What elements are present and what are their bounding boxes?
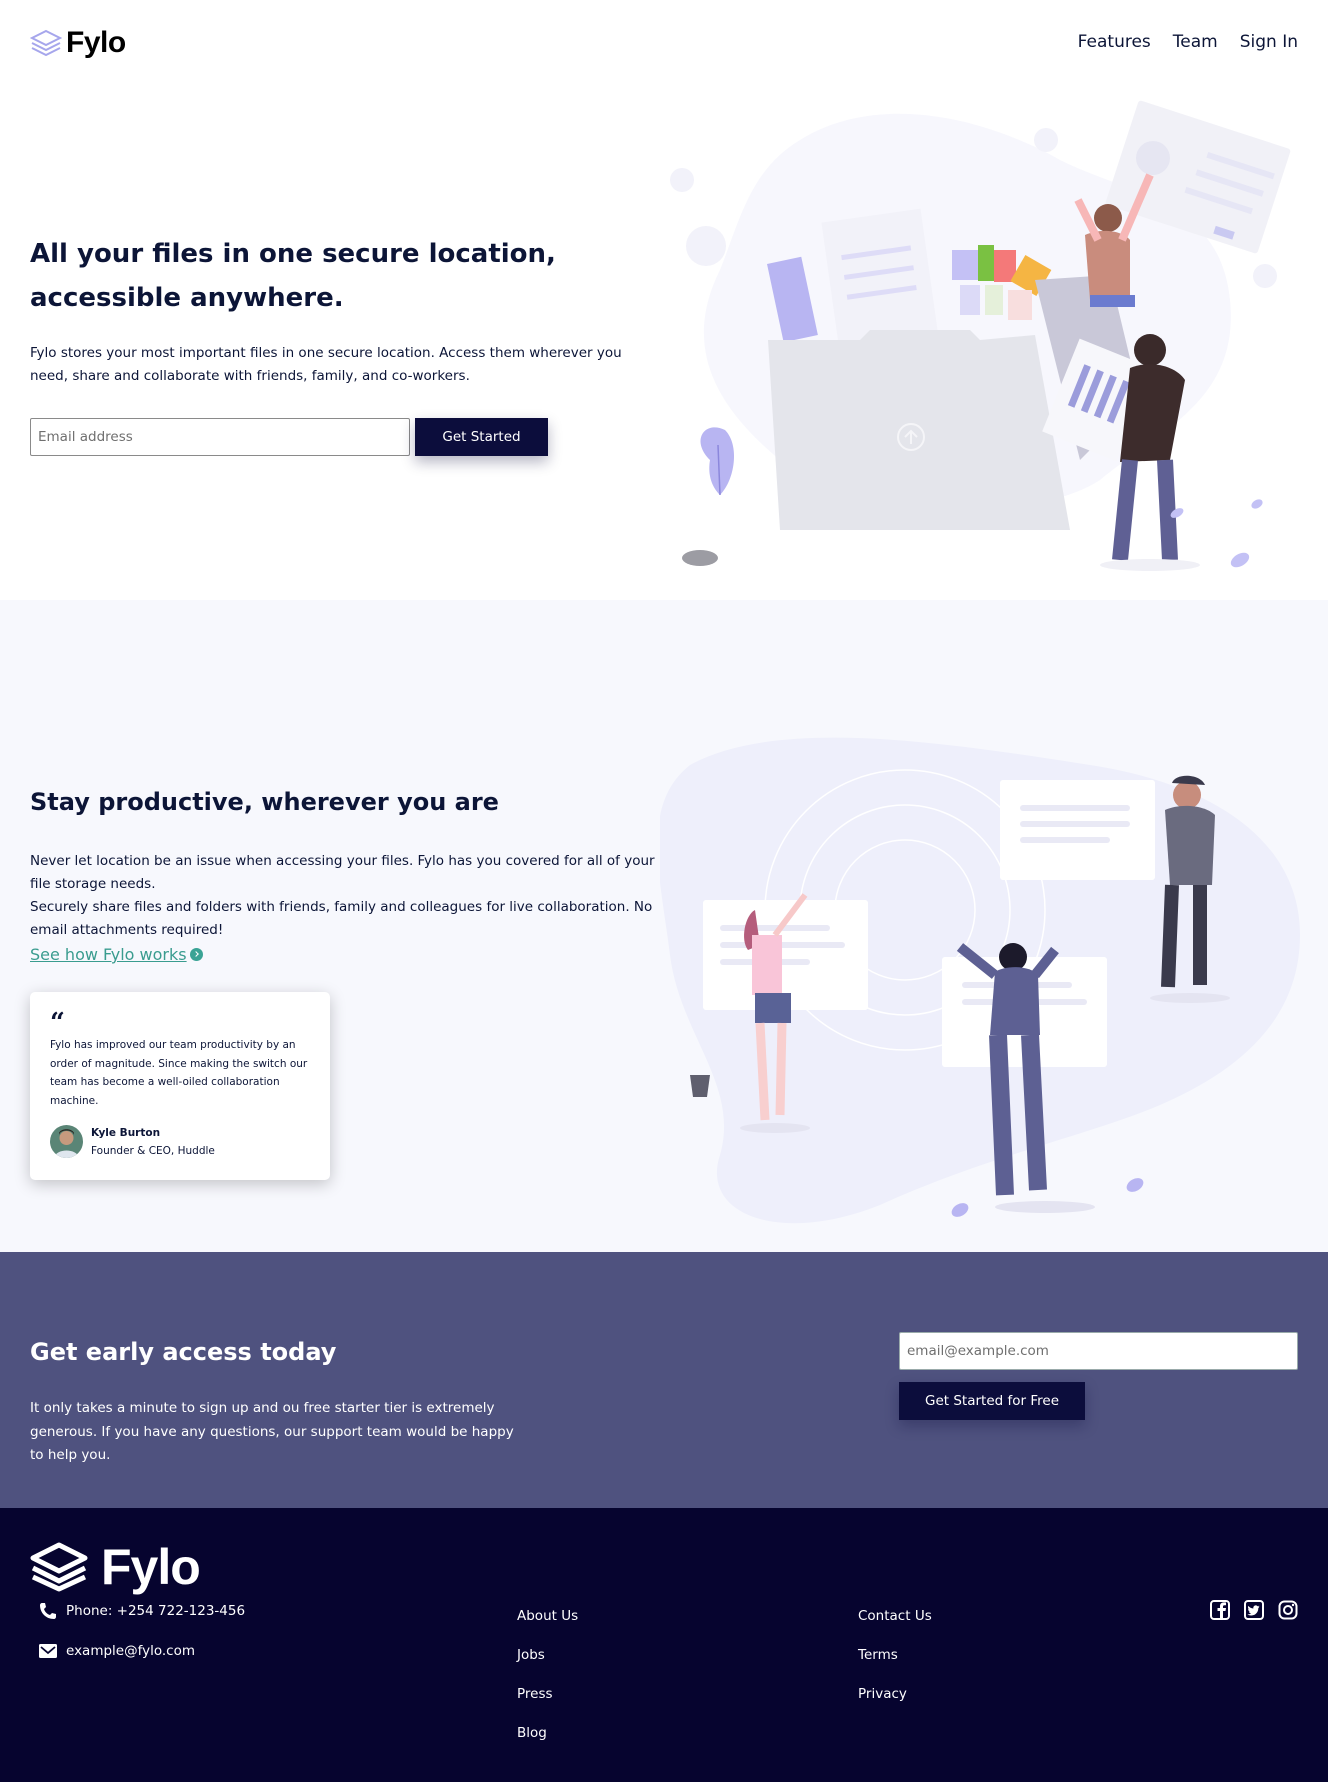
layers-logo-icon [30, 29, 62, 57]
footer-link-terms[interactable]: Terms [858, 1647, 932, 1686]
quote-icon: “ [50, 1008, 65, 1038]
site-footer: Fylo Phone: +254 722-123-456 example@fyl… [0, 1508, 1328, 1782]
email-text: example@fylo.com [66, 1643, 196, 1659]
get-started-for-free-button[interactable]: Get Started for Free [899, 1382, 1085, 1420]
testimonial-card: “ Fylo has improved our team productivit… [30, 992, 330, 1180]
layers-logo-icon [30, 1542, 88, 1592]
main-nav: Features Team Sign In [1078, 32, 1298, 52]
site-header: Fylo Features Team Sign In [0, 0, 1328, 88]
early-access-description: It only takes a minute to sign up and ou… [30, 1400, 514, 1463]
phone-text: Phone: +254 722-123-456 [66, 1603, 246, 1619]
social-links [1210, 1600, 1298, 1620]
footer-logo-text: Fylo [101, 1539, 201, 1595]
nav-sign-in-link[interactable]: Sign In [1240, 32, 1298, 52]
phone-icon [40, 1603, 56, 1619]
footer-link-privacy[interactable]: Privacy [858, 1686, 932, 1725]
email-icon [39, 1644, 57, 1658]
hero-illustration [670, 100, 1291, 571]
early-access-email-input[interactable] [899, 1332, 1298, 1370]
hero-email-input[interactable] [30, 418, 410, 456]
twitter-icon[interactable] [1244, 1600, 1264, 1620]
productive-paragraph-2: Securely share files and folders with fr… [30, 899, 653, 938]
footer-links-column-1: About Us Jobs Press Blog [517, 1608, 578, 1764]
testimonial-role: Founder & CEO, Huddle [91, 1145, 215, 1157]
nav-features-link[interactable]: Features [1078, 32, 1151, 52]
footer-email: example@fylo.com [38, 1642, 195, 1660]
footer-logo[interactable]: Fylo [30, 1538, 201, 1596]
get-started-button[interactable]: Get Started [415, 418, 548, 456]
hero-description: Fylo stores your most important files in… [30, 345, 622, 384]
see-how-link-label: See how Fylo works [30, 945, 187, 964]
early-access-section: Get early access today It only takes a m… [0, 1252, 1328, 1508]
section-wave [0, 600, 1328, 710]
footer-links-column-2: Contact Us Terms Privacy [858, 1608, 932, 1725]
testimonial-name: Kyle Burton [91, 1127, 161, 1139]
instagram-icon[interactable] [1278, 1600, 1298, 1620]
early-access-title: Get early access today [30, 1338, 337, 1366]
nav-team-link[interactable]: Team [1173, 32, 1218, 52]
see-how-fylo-works-link[interactable]: See how Fylo works [30, 945, 203, 964]
logo-text: Fylo [66, 26, 126, 59]
footer-link-press[interactable]: Press [517, 1686, 578, 1725]
footer-phone: Phone: +254 722-123-456 [38, 1602, 245, 1620]
footer-link-about-us[interactable]: About Us [517, 1608, 578, 1647]
productive-description: Never let location be an issue when acce… [30, 850, 670, 942]
logo[interactable]: Fylo [30, 26, 126, 60]
avatar [50, 1125, 83, 1158]
facebook-icon[interactable] [1210, 1600, 1230, 1620]
productive-paragraph-1: Never let location be an issue when acce… [30, 853, 655, 892]
productive-title: Stay productive, wherever you are [30, 788, 499, 816]
hero-title: All your files in one secure location, a… [30, 239, 556, 313]
footer-link-blog[interactable]: Blog [517, 1725, 578, 1764]
footer-link-contact-us[interactable]: Contact Us [858, 1608, 932, 1647]
arrow-circle-icon [189, 948, 203, 961]
productive-illustration [660, 737, 1300, 1224]
testimonial-text: Fylo has improved our team productivity … [50, 1039, 308, 1107]
footer-link-jobs[interactable]: Jobs [517, 1647, 578, 1686]
